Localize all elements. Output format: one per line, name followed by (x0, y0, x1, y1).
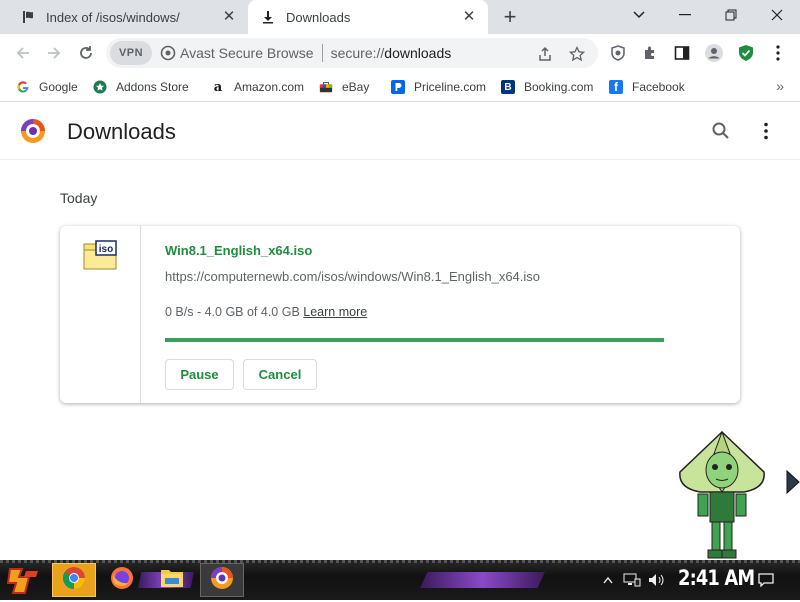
bookmark-label: eBay (342, 80, 370, 94)
bookmark-booking[interactable]: B Booking.com (501, 78, 593, 96)
bookmark-priceline[interactable]: Priceline.com (391, 78, 486, 96)
google-icon (16, 80, 30, 94)
download-source-url[interactable]: https://computernewb.com/isos/windows/Wi… (165, 269, 540, 284)
bookmark-label: Amazon.com (234, 80, 305, 94)
firefox-icon (110, 566, 134, 595)
bookmark-amazon[interactable]: a Amazon.com (211, 78, 304, 96)
side-panel-icon[interactable] (672, 43, 692, 63)
folder-icon (160, 568, 184, 593)
notifications-icon[interactable] (758, 572, 774, 588)
file-icon-column: iso (60, 226, 141, 403)
download-progress-fill (165, 338, 664, 342)
restore-button[interactable] (708, 0, 754, 30)
browser-menu-icon[interactable] (768, 43, 788, 63)
tab-strip: Index of /isos/windows/ ✕ Downloads ✕ + (0, 0, 800, 34)
profile-avatar-icon[interactable] (704, 43, 724, 63)
pause-button[interactable]: Pause (165, 359, 234, 390)
taskbar: 2:41 AM (0, 560, 800, 600)
bookmark-label: Addons Store (116, 80, 189, 94)
taskbar-clock[interactable]: 2:41 AM (678, 566, 755, 590)
url-separator (321, 44, 323, 62)
chrome-icon (62, 566, 86, 595)
iso-label: iso (99, 244, 113, 255)
privacy-shield-icon[interactable] (608, 43, 628, 63)
ebay-icon (319, 80, 333, 94)
tray-overflow-icon[interactable] (603, 572, 613, 588)
back-button[interactable] (10, 40, 36, 66)
close-window-button[interactable] (754, 0, 800, 30)
download-item-card: iso Win8.1_English_x64.iso https://compu… (60, 226, 740, 403)
minimize-button[interactable] (662, 0, 708, 30)
booking-icon: B (501, 80, 515, 94)
download-progress-bar (165, 338, 664, 342)
bookmark-label: Priceline.com (414, 80, 487, 94)
taskbar-avast-browser-app[interactable] (200, 563, 244, 597)
bookmarks-bar: Google Addons Store a Amazon.com eBay Pr… (0, 72, 800, 102)
bookmark-star-icon[interactable] (568, 45, 586, 63)
close-icon[interactable]: ✕ (460, 8, 478, 26)
reload-button[interactable] (73, 40, 99, 66)
tab-title: Index of /isos/windows/ (46, 9, 180, 25)
toolbar: VPN Avast Secure Browse secure://downloa… (0, 34, 800, 72)
tab-search-icon[interactable] (616, 0, 662, 30)
bookmark-label: Facebook (632, 80, 685, 94)
vpn-button[interactable]: VPN (110, 41, 152, 65)
extensions-icon[interactable] (640, 43, 660, 63)
addons-store-icon (93, 80, 107, 94)
network-icon[interactable] (623, 572, 641, 588)
bookmark-google[interactable]: Google (16, 78, 78, 96)
download-file-name-link[interactable]: Win8.1_English_x64.iso (165, 243, 312, 258)
volume-icon[interactable] (648, 572, 666, 588)
desktop-mascot-character (672, 430, 772, 560)
learn-more-link[interactable]: Learn more (303, 305, 367, 319)
bookmark-label: Booking.com (524, 80, 594, 94)
share-icon[interactable] (536, 45, 554, 63)
page-title: Downloads (67, 119, 176, 144)
taskbar-chrome-app[interactable] (52, 563, 96, 597)
tab-index-of-isos[interactable]: Index of /isos/windows/ ✕ (0, 0, 248, 34)
bookmark-addons-store[interactable]: Addons Store (93, 78, 189, 96)
more-options-icon[interactable] (756, 121, 776, 141)
priceline-icon (391, 80, 405, 94)
download-status-text: 0 B/s - 4.0 GB of 4.0 GB (165, 305, 300, 319)
start-button-icon[interactable] (6, 565, 42, 597)
taskbar-firefox-app[interactable] (100, 563, 144, 597)
facebook-icon: f (609, 80, 623, 94)
cursor-arrow-icon (786, 469, 800, 495)
forward-button[interactable] (41, 40, 67, 66)
download-status: 0 B/s - 4.0 GB of 4.0 GB Learn more (165, 305, 367, 319)
avast-browser-icon (210, 566, 234, 595)
avast-browser-logo-icon (20, 118, 46, 144)
close-icon[interactable]: ✕ (220, 8, 238, 26)
downloads-header: Downloads (0, 102, 800, 160)
download-icon (260, 9, 276, 25)
cancel-button[interactable]: Cancel (243, 359, 317, 390)
globe-icon (20, 9, 36, 25)
amazon-icon: a (213, 79, 223, 95)
site-label: Avast Secure Browse (180, 45, 314, 61)
taskbar-decoration (420, 572, 545, 588)
bookmark-label: Google (39, 80, 78, 94)
chevron-double-right-icon[interactable]: » (776, 78, 784, 94)
new-tab-button[interactable]: + (498, 5, 522, 29)
omnibox[interactable]: VPN Avast Secure Browse secure://downloa… (106, 38, 598, 68)
bookmark-ebay[interactable]: eBay (319, 78, 369, 96)
taskbar-file-explorer-app[interactable] (150, 563, 194, 597)
tab-downloads[interactable]: Downloads ✕ (248, 0, 488, 34)
bookmark-facebook[interactable]: f Facebook (609, 78, 685, 96)
tab-title: Downloads (286, 9, 351, 25)
url-text[interactable]: secure://downloads (331, 45, 452, 61)
site-info-icon[interactable] (160, 45, 176, 61)
avast-security-icon[interactable] (736, 43, 756, 63)
section-date-label: Today (60, 190, 98, 206)
search-icon[interactable] (711, 121, 731, 141)
iso-file-icon[interactable]: iso (83, 240, 117, 270)
